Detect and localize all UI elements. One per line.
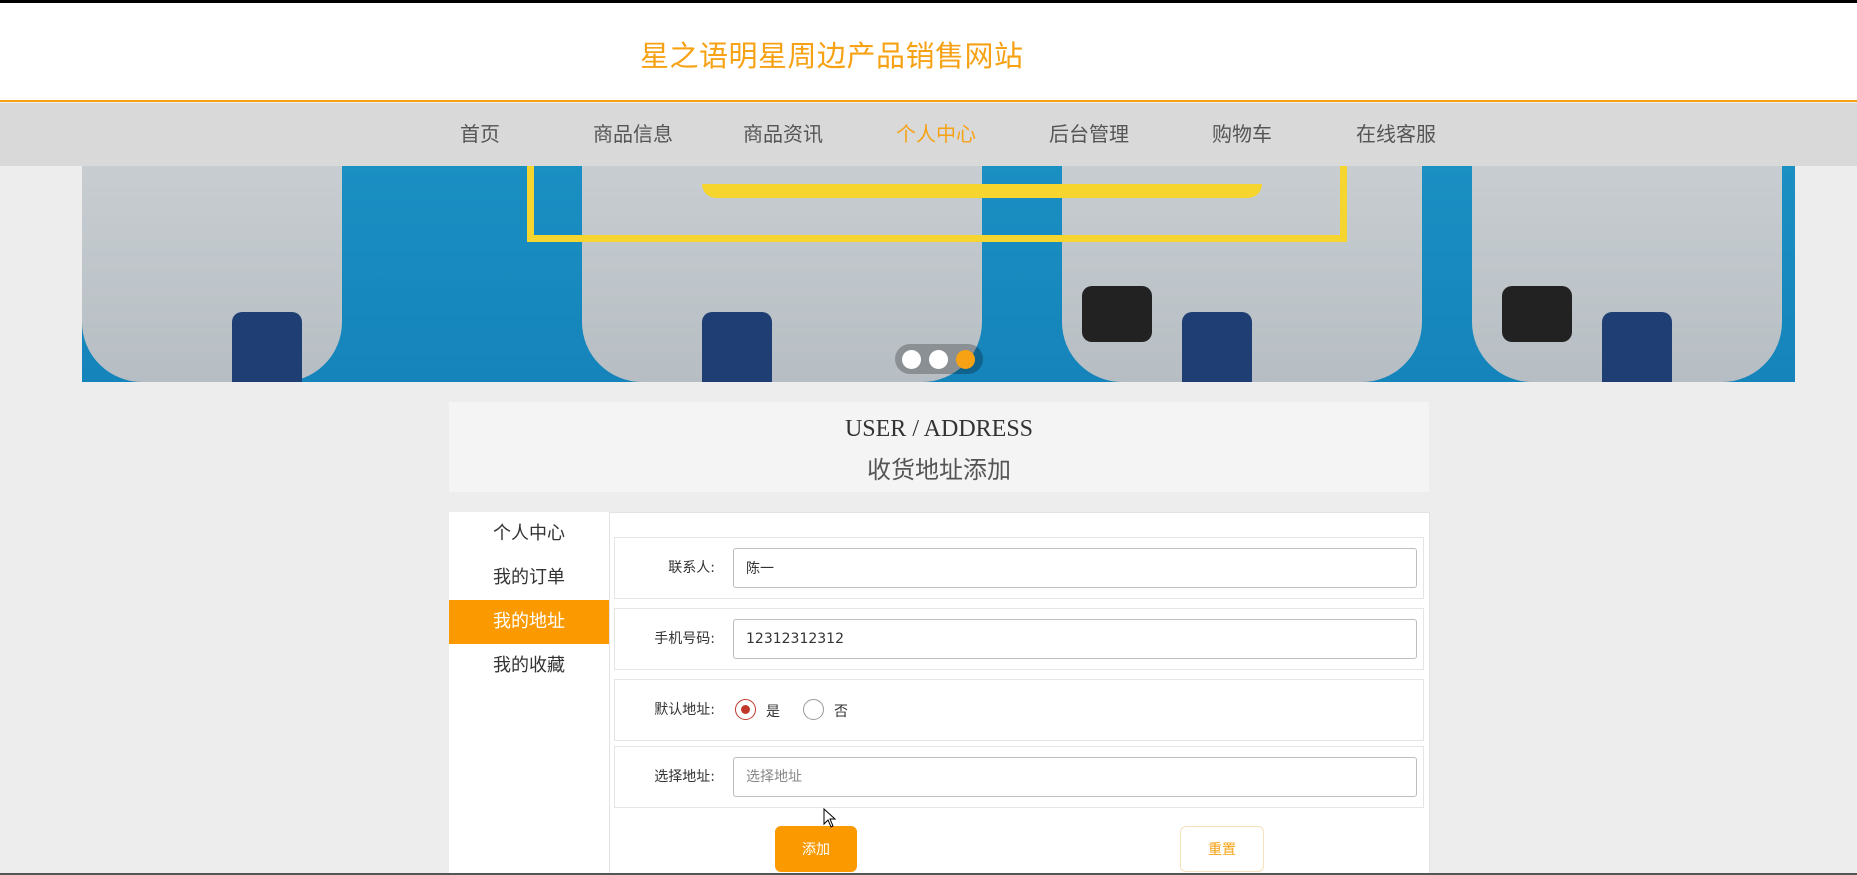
nav-item-customer-service[interactable]: 在线客服 xyxy=(1356,103,1436,166)
banner-sale-frame xyxy=(527,166,1347,242)
radio-yes[interactable] xyxy=(735,699,756,720)
nav-item-home[interactable]: 首页 xyxy=(460,103,500,166)
nav-item-news[interactable]: 商品资讯 xyxy=(743,103,823,166)
page-title-box: USER / ADDRESS 收货地址添加 xyxy=(449,402,1429,492)
sidebar-item-favorites[interactable]: 我的收藏 xyxy=(449,644,609,688)
nav-item-user-center[interactable]: 个人中心 xyxy=(896,103,976,166)
nav-item-cart[interactable]: 购物车 xyxy=(1212,103,1272,166)
contact-input[interactable] xyxy=(733,548,1417,588)
user-sidebar: 个人中心 我的订单 我的地址 我的收藏 xyxy=(449,512,609,875)
address-select-input[interactable] xyxy=(733,757,1417,797)
nav-item-products[interactable]: 商品信息 xyxy=(593,103,673,166)
form-row-default-address: 默认地址: 是 否 xyxy=(614,679,1424,741)
banner-figure-leg xyxy=(1602,312,1672,382)
form-row-address: 选择地址: xyxy=(614,746,1424,808)
sidebar-item-address[interactable]: 我的地址 xyxy=(449,600,609,644)
carousel-dot-1[interactable] xyxy=(902,350,921,369)
mouse-cursor-icon xyxy=(823,808,837,828)
main-nav: 首页 商品信息 商品资讯 个人中心 后台管理 购物车 在线客服 xyxy=(0,103,1857,166)
address-form: 联系人: 手机号码: 默认地址: 是 否 选择地址: xyxy=(609,512,1430,875)
add-button[interactable]: 添加 xyxy=(775,826,857,872)
banner-figure-leg xyxy=(1182,312,1252,382)
default-address-label: 默认地址: xyxy=(654,702,715,718)
banner-figure xyxy=(82,166,342,382)
banner-figure-leg xyxy=(232,312,302,382)
site-title: 星之语明星周边产品销售网站 xyxy=(640,39,1024,73)
radio-no[interactable] xyxy=(803,699,824,720)
carousel-indicators xyxy=(895,344,983,374)
reset-button[interactable]: 重置 xyxy=(1180,826,1264,872)
sidebar-item-user-center[interactable]: 个人中心 xyxy=(449,512,609,556)
page-title-cn: 收货地址添加 xyxy=(867,456,1011,484)
site-header: 星之语明星周边产品销售网站 xyxy=(0,3,1857,102)
banner-figure-leg xyxy=(702,312,772,382)
banner-bag xyxy=(1082,286,1152,342)
phone-input[interactable] xyxy=(733,619,1417,659)
banner-sale-text-fragment xyxy=(702,184,1262,198)
page-title-en: USER / ADDRESS xyxy=(844,416,1034,442)
phone-label: 手机号码: xyxy=(654,631,715,647)
radio-no-label: 否 xyxy=(834,704,848,720)
contact-label: 联系人: xyxy=(668,560,715,576)
form-row-phone: 手机号码: xyxy=(614,608,1424,670)
nav-item-admin[interactable]: 后台管理 xyxy=(1049,103,1129,166)
carousel-dot-3[interactable] xyxy=(956,350,975,369)
address-label: 选择地址: xyxy=(654,769,715,785)
carousel-dot-2[interactable] xyxy=(929,350,948,369)
banner-bag xyxy=(1502,286,1572,342)
form-row-contact: 联系人: xyxy=(614,537,1424,599)
radio-yes-label: 是 xyxy=(766,704,780,720)
sidebar-item-orders[interactable]: 我的订单 xyxy=(449,556,609,600)
